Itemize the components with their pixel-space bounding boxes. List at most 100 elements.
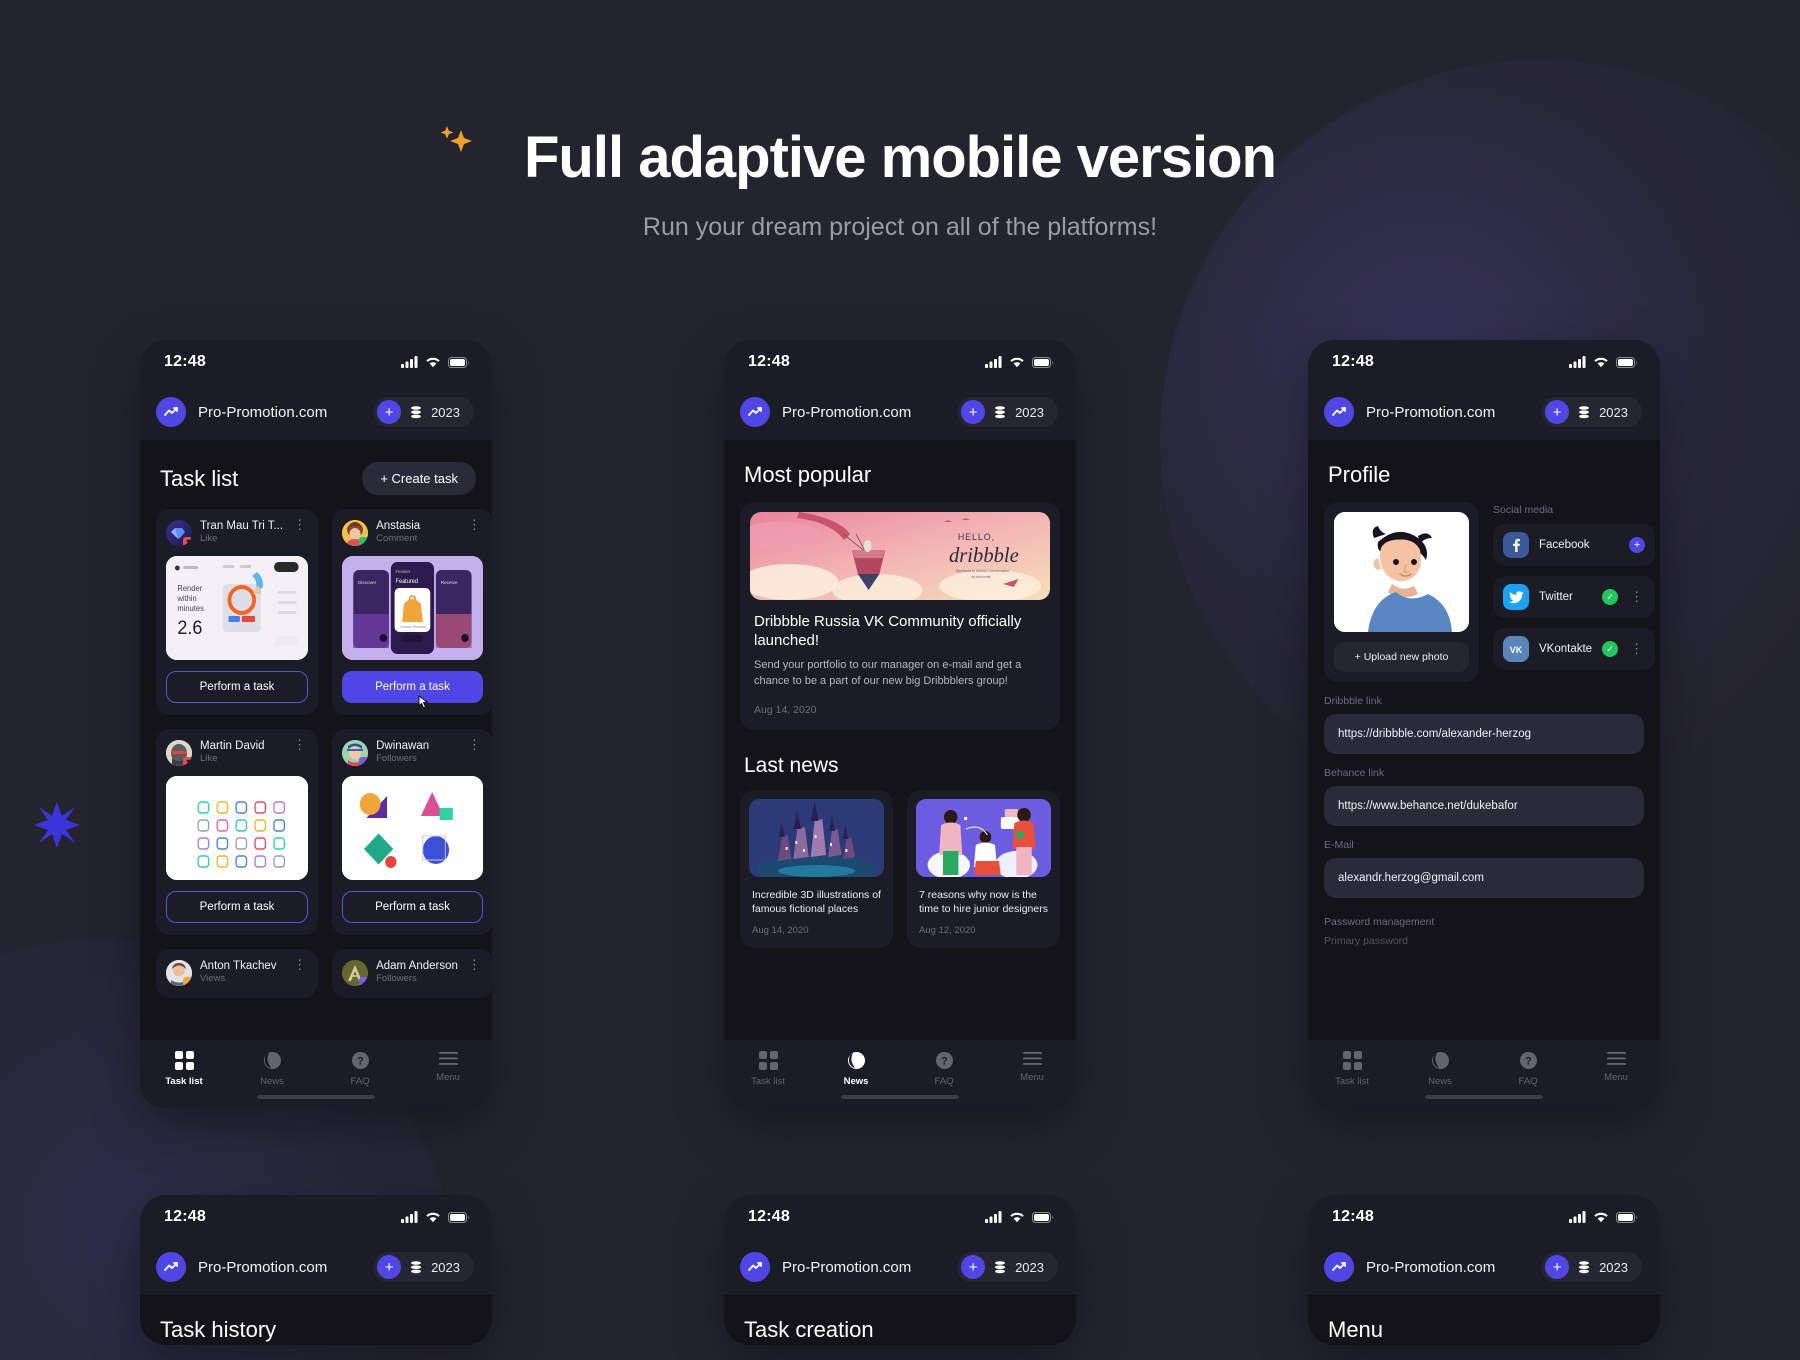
task-card[interactable]: Adam Anderson Followers ⋮: [332, 949, 492, 998]
tab-menu[interactable]: Menu: [1572, 1051, 1660, 1083]
brand[interactable]: Pro-Promotion.com: [740, 1252, 911, 1282]
news-item[interactable]: Incredible 3D illustrations of famous fi…: [740, 790, 893, 949]
task-card[interactable]: Anstasia Comment ⋮ Discover Receive Feet…: [332, 509, 492, 715]
perform-task-label: Perform a task: [375, 681, 450, 693]
more-options-icon[interactable]: ⋮: [291, 738, 308, 751]
create-task-button[interactable]: + Create task: [362, 462, 476, 495]
social-add-icon[interactable]: +: [1629, 537, 1646, 553]
wifi-icon: [426, 357, 440, 368]
perform-task-button[interactable]: Perform a task: [166, 891, 309, 923]
news-item-image: [749, 799, 884, 878]
battery-icon: [1616, 1211, 1637, 1223]
year-label: 2023: [1015, 1259, 1044, 1275]
task-card-thumbnail: [166, 776, 309, 880]
battery-icon: [1032, 356, 1053, 368]
field-label: E-Mail: [1324, 839, 1354, 851]
social-item-facebook[interactable]: Facebook +: [1493, 524, 1656, 566]
tab-task-list[interactable]: Task list: [140, 1051, 228, 1087]
year-pill[interactable]: + 2023: [957, 397, 1058, 427]
tab-faq[interactable]: ? FAQ: [900, 1051, 988, 1087]
trending-up-icon: [156, 1252, 186, 1282]
add-button[interactable]: +: [1545, 1255, 1570, 1279]
behance-link-input[interactable]: https://www.behance.net/dukebafor: [1324, 786, 1644, 826]
more-options-icon[interactable]: ⋮: [291, 958, 308, 971]
featured-news-date: Aug 14, 2020: [754, 704, 817, 717]
app-bar: Pro-Promotion.com + 2023: [140, 384, 492, 440]
perform-task-button[interactable]: Perform a task: [342, 891, 483, 923]
more-options-icon[interactable]: ⋮: [1628, 642, 1645, 655]
status-time: 12:48: [748, 353, 790, 370]
tab-label: FAQ: [934, 1076, 954, 1087]
email-input[interactable]: alexandr.herzog@gmail.com: [1324, 858, 1644, 898]
brand[interactable]: Pro-Promotion.com: [740, 397, 911, 427]
phone-task-creation: 12:48 Pro-Promotion.com + 2023 Task crea…: [724, 1195, 1076, 1345]
brand-name: Pro-Promotion.com: [198, 403, 328, 421]
task-card-name: Martin David: [200, 740, 265, 752]
password-management-label: Password management: [1324, 916, 1435, 928]
bottom-tab-bar: Task list News ? FAQ Menu: [724, 1040, 1076, 1108]
add-button[interactable]: +: [377, 400, 402, 424]
tab-menu[interactable]: Menu: [404, 1051, 492, 1083]
app-bar: Pro-Promotion.com + 2023: [140, 1239, 492, 1295]
more-options-icon[interactable]: ⋮: [466, 738, 483, 751]
brand[interactable]: Pro-Promotion.com: [156, 397, 327, 427]
tab-faq[interactable]: ? FAQ: [316, 1051, 404, 1087]
battery-icon: [1032, 1211, 1053, 1223]
add-button[interactable]: +: [377, 1255, 402, 1279]
status-bar: 12:48: [724, 340, 1076, 384]
tab-faq[interactable]: ? FAQ: [1484, 1051, 1572, 1087]
more-options-icon[interactable]: ⋮: [1628, 590, 1645, 603]
more-options-icon[interactable]: ⋮: [291, 518, 308, 531]
social-item-vkontakte[interactable]: VK VKontakte ✓ ⋮: [1493, 628, 1656, 670]
add-button[interactable]: +: [1545, 400, 1570, 424]
avatar: [342, 960, 369, 986]
year-pill[interactable]: + 2023: [1541, 1252, 1642, 1282]
year-pill[interactable]: + 2023: [957, 1252, 1058, 1282]
profile-top-row: + Upload new photo Social media Facebook…: [1308, 488, 1660, 682]
featured-news-card[interactable]: HELLO, dribbble Big thanks to Dribbbl Ch…: [740, 502, 1060, 731]
brand[interactable]: Pro-Promotion.com: [156, 1252, 327, 1282]
grid-icon: [1342, 1051, 1362, 1070]
svg-text:?: ?: [357, 1056, 364, 1068]
task-card[interactable]: Dwinawan Followers ⋮ Perform a task: [332, 729, 492, 935]
year-label: 2023: [1015, 404, 1044, 420]
task-card[interactable]: ♥ Tran Mau Tri T... Like ⋮ Render within…: [156, 509, 319, 715]
more-options-icon[interactable]: ⋮: [466, 958, 483, 971]
coins-stack-icon: [1579, 1260, 1590, 1273]
social-item-twitter[interactable]: Twitter ✓ ⋮: [1493, 576, 1656, 618]
comment-badge-icon: [359, 537, 369, 546]
tab-task-list[interactable]: Task list: [1308, 1051, 1396, 1087]
globe-icon: [263, 1052, 281, 1069]
tab-menu[interactable]: Menu: [988, 1051, 1076, 1083]
add-button[interactable]: +: [961, 1255, 986, 1279]
cellular-signal-icon: [1569, 356, 1586, 368]
perform-task-button[interactable]: Perform a task: [166, 671, 309, 703]
hamburger-icon: [438, 1052, 458, 1065]
task-card[interactable]: Anton Tkachev Views ⋮: [156, 949, 319, 998]
dribbble-link-input[interactable]: https://dribbble.com/alexander-herzog: [1324, 714, 1644, 754]
social-name: Twitter: [1539, 591, 1573, 603]
screen-title-label: Most popular: [744, 462, 872, 487]
profile-avatar: [1334, 512, 1469, 632]
task-card[interactable]: ♥ Martin David Like ⋮ Perform a task: [156, 729, 319, 935]
svg-text:Choose Products: Choose Products: [400, 625, 426, 629]
tab-news[interactable]: News: [228, 1051, 316, 1087]
year-pill[interactable]: + 2023: [373, 1252, 474, 1282]
add-button[interactable]: +: [961, 400, 986, 424]
status-time: 12:48: [748, 1208, 790, 1225]
brand[interactable]: Pro-Promotion.com: [1324, 397, 1495, 427]
year-pill[interactable]: + 2023: [373, 397, 474, 427]
tab-news[interactable]: News: [1396, 1051, 1484, 1087]
more-options-icon[interactable]: ⋮: [466, 518, 483, 531]
avatar: [342, 520, 369, 546]
year-pill[interactable]: + 2023: [1541, 397, 1642, 427]
upload-photo-button[interactable]: + Upload new photo: [1334, 642, 1469, 672]
tab-news[interactable]: News: [812, 1051, 900, 1087]
news-item[interactable]: 7 reasons why now is the time to hire ju…: [907, 790, 1060, 949]
tab-task-list[interactable]: Task list: [724, 1051, 812, 1087]
brand[interactable]: Pro-Promotion.com: [1324, 1252, 1495, 1282]
coins-stack-icon: [1579, 405, 1590, 418]
perform-task-button[interactable]: Perform a task: [342, 671, 483, 709]
phone-task-list: 12:48 Pro-Promotion.com + 2023 Task list…: [140, 340, 492, 1108]
star-burst-icon: [34, 802, 80, 848]
